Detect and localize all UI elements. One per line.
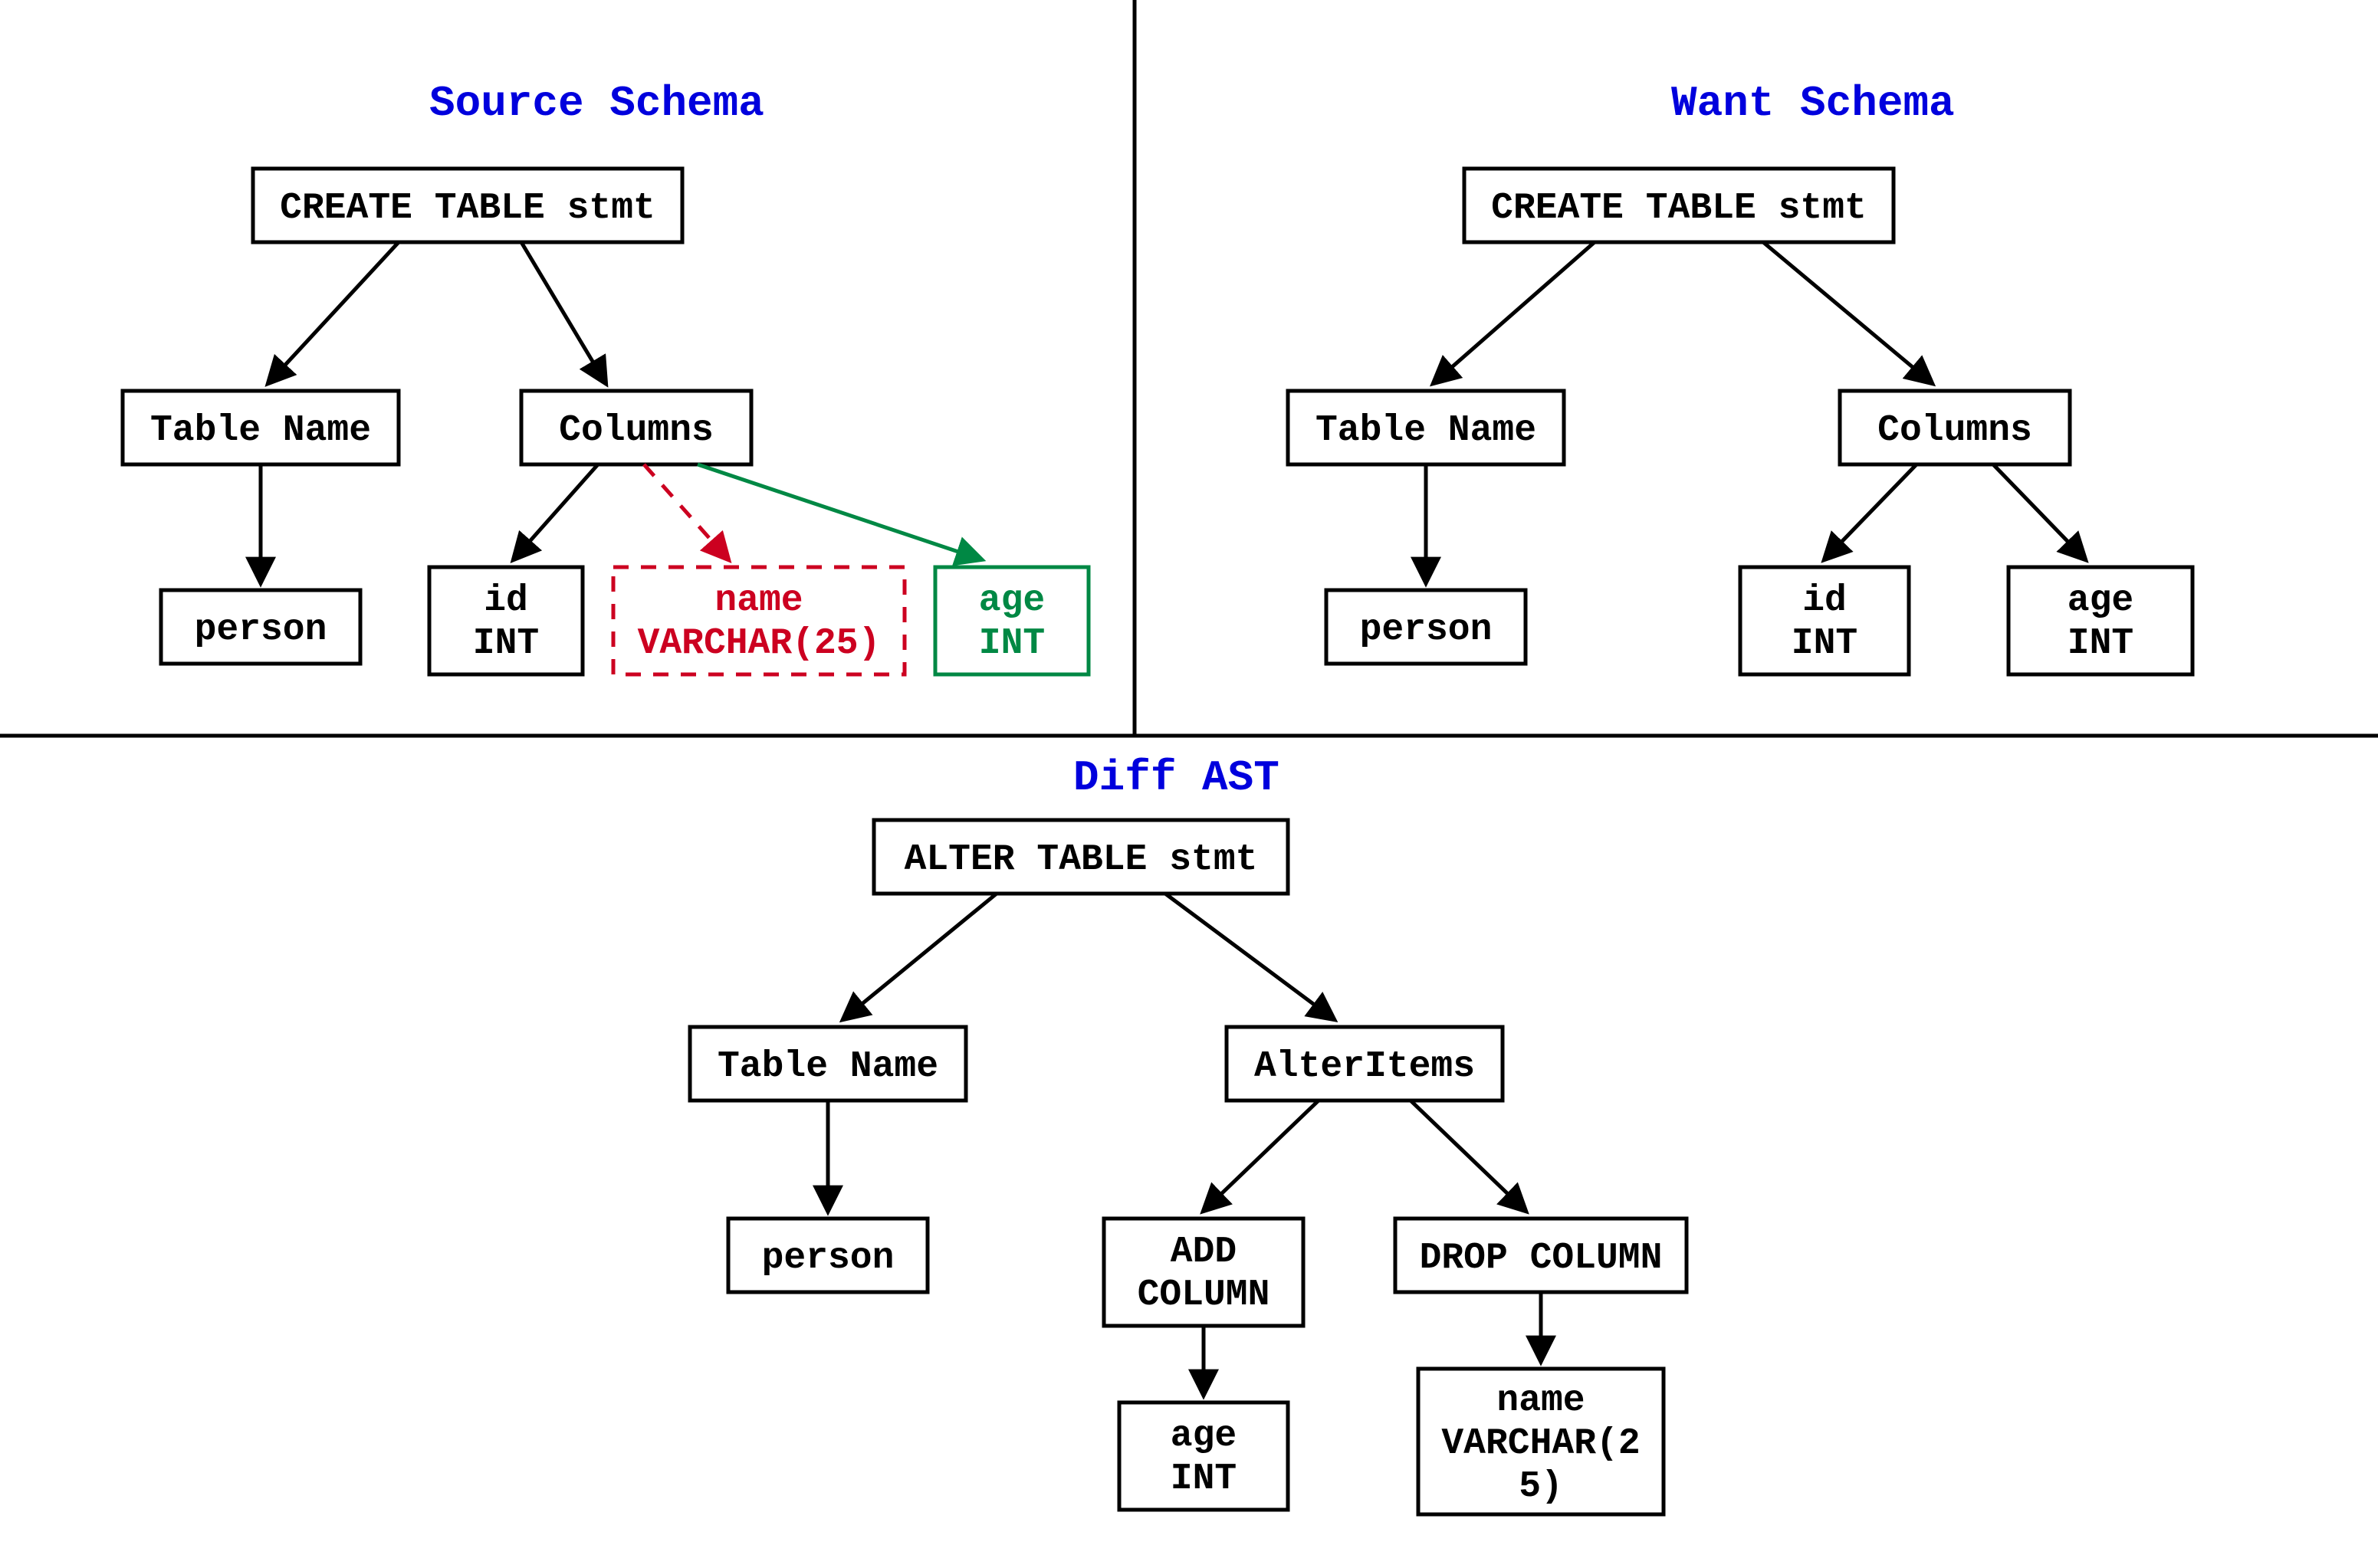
source-root-label: CREATE TABLE stmt [280,188,655,229]
source-col-id-l2: INT [473,623,539,664]
edge [514,464,598,559]
edge-removed [644,464,728,559]
source-col-name-l2: VARCHAR(25) [638,623,881,664]
diff-add-l1: ADD [1171,1232,1237,1273]
diff-title: Diff AST [1073,753,1279,802]
edge [1763,242,1932,383]
edge-added [698,464,981,559]
diff-add-val-l1: age [1171,1415,1237,1457]
edge [843,894,997,1019]
want-col-age-l2: INT [2068,623,2133,664]
source-columns-label: Columns [559,410,714,451]
want-person-label: person [1360,609,1493,651]
edge [1204,1101,1319,1211]
diff-drop-l1: DROP COLUMN [1420,1238,1663,1279]
source-col-age-l1: age [979,580,1045,622]
want-columns-label: Columns [1877,410,2032,451]
edge [1165,894,1334,1019]
want-title: Want Schema [1671,79,1955,128]
source-title: Source Schema [429,79,764,128]
diff-drop-val-l1: name [1496,1380,1585,1422]
edge [1411,1101,1526,1211]
diff-add-val-l2: INT [1171,1458,1237,1500]
want-col-age-l1: age [2068,580,2133,622]
edge [1825,464,1917,559]
edge [1434,242,1595,383]
diff-person-label: person [762,1238,895,1279]
source-col-name-l1: name [714,580,803,622]
diagram-canvas: Source Schema CREATE TABLE stmt Table Na… [0,0,2378,1568]
edge [268,242,399,383]
source-col-age-l2: INT [979,623,1045,664]
want-root-label: CREATE TABLE stmt [1491,188,1867,229]
want-col-id-l2: INT [1792,623,1857,664]
diff-alteritems-label: AlterItems [1254,1046,1475,1087]
want-col-id-l1: id [1802,580,1847,622]
source-person-label: person [195,609,327,651]
edge [521,242,606,383]
diff-add-l2: COLUMN [1138,1274,1270,1316]
diff-drop-val-l3: 5) [1519,1466,1563,1507]
source-tablename-label: Table Name [150,410,371,451]
want-tablename-label: Table Name [1315,410,1536,451]
diff-tablename-label: Table Name [718,1046,938,1087]
edge [1993,464,2085,559]
diff-root-label: ALTER TABLE stmt [905,839,1258,881]
source-col-id-l1: id [484,580,528,622]
diff-drop-val-l2: VARCHAR(2 [1441,1423,1640,1465]
